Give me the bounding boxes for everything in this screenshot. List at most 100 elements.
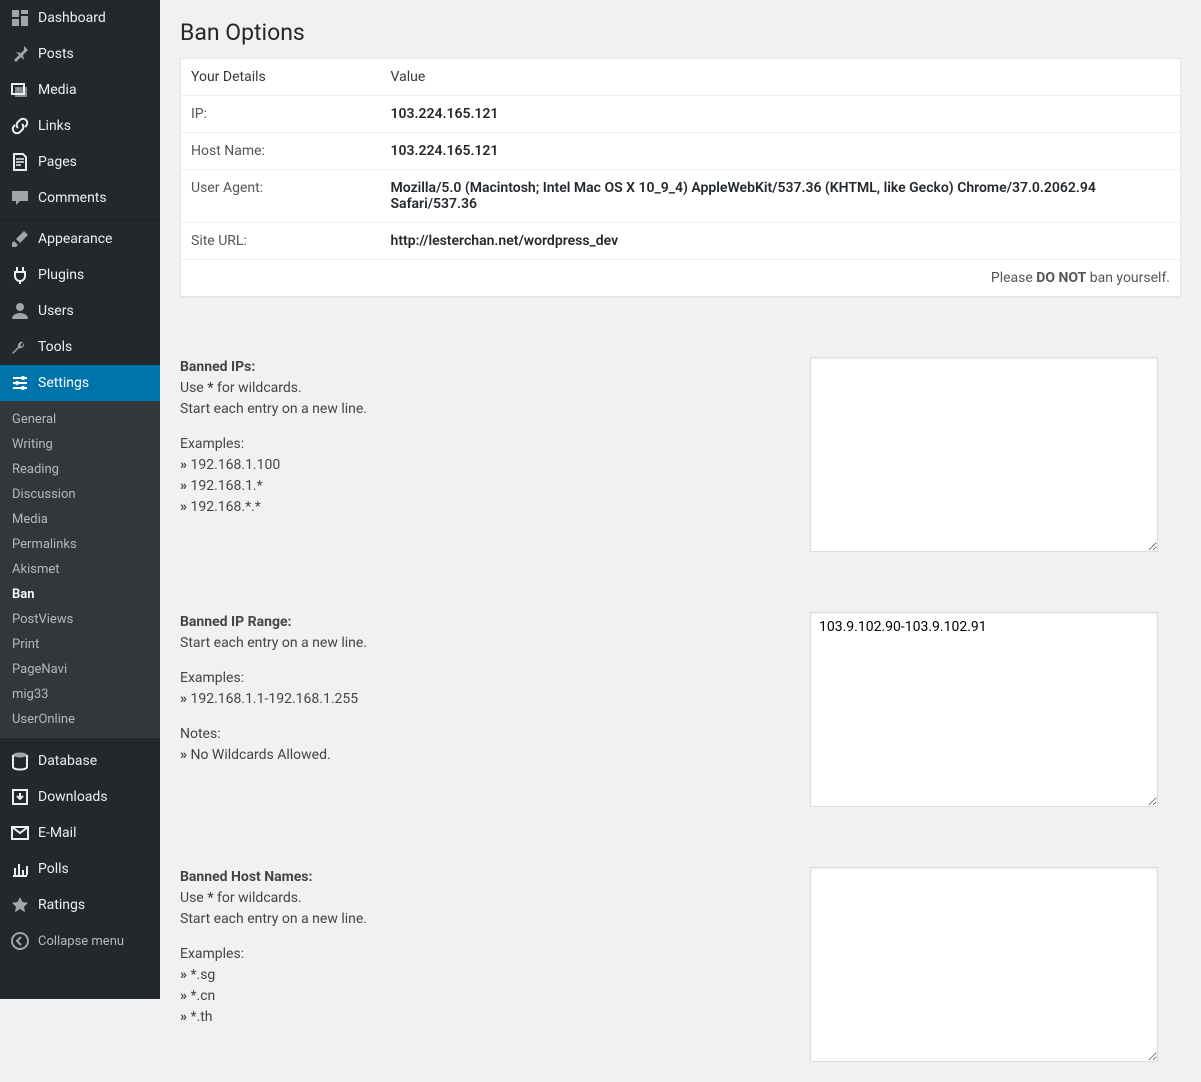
sidebar-item-label: E-Mail xyxy=(38,825,76,841)
example-line: » *.th xyxy=(180,1007,810,1028)
page-icon xyxy=(10,152,30,172)
details-col-value: Value xyxy=(381,59,1181,96)
banned-ips-input[interactable] xyxy=(810,357,1158,552)
sidebar-item-database[interactable]: Database xyxy=(0,743,160,779)
example-line: » 192.168.1.100 xyxy=(180,455,810,476)
section-banned-ip-range: Banned IP Range: Start each entry on a n… xyxy=(180,612,1181,807)
banned-ip-range-title: Banned IP Range: xyxy=(180,614,291,630)
sidebar-item-posts[interactable]: Posts xyxy=(0,36,160,72)
your-details-table: Your Details Value IP:103.224.165.121Hos… xyxy=(180,58,1181,297)
sidebar-item-label: Ratings xyxy=(38,897,85,913)
sidebar-item-label: Posts xyxy=(38,46,74,62)
submenu-item-postviews[interactable]: PostViews xyxy=(0,607,160,632)
example-line: » 192.168.1.1-192.168.1.255 xyxy=(180,689,810,710)
admin-sidebar: Dashboard Posts Media Links Pages Comments Ap… xyxy=(0,0,160,999)
sidebar-item-label: Users xyxy=(38,303,74,319)
submenu-item-akismet[interactable]: Akismet xyxy=(0,557,160,582)
table-row: Site URL:http://lesterchan.net/wordpress… xyxy=(181,223,1181,260)
submenu-item-permalinks[interactable]: Permalinks xyxy=(0,532,160,557)
sidebar-item-e-mail[interactable]: E-Mail xyxy=(0,815,160,851)
details-col-label: Your Details xyxy=(181,59,381,96)
sidebar-item-ratings[interactable]: Ratings xyxy=(0,887,160,923)
page-title: Ban Options xyxy=(180,10,1181,50)
banned-host-names-input[interactable] xyxy=(810,867,1158,1062)
sidebar-item-label: Pages xyxy=(38,154,77,170)
sidebar-item-links[interactable]: Links xyxy=(0,108,160,144)
plug-icon xyxy=(10,265,30,285)
submenu-item-pagenavi[interactable]: PageNavi xyxy=(0,657,160,682)
sidebar-item-users[interactable]: Users xyxy=(0,293,160,329)
submenu-item-discussion[interactable]: Discussion xyxy=(0,482,160,507)
details-footnote: Please DO NOT ban yourself. xyxy=(181,260,1181,297)
sidebar-item-label: Appearance xyxy=(38,231,112,247)
dashboard-icon xyxy=(10,8,30,28)
sidebar-item-label: Plugins xyxy=(38,267,84,283)
sidebar-item-label: Tools xyxy=(38,339,72,355)
section-banned-host-names: Banned Host Names: Use * for wildcards. … xyxy=(180,867,1181,1062)
sidebar-item-downloads[interactable]: Downloads xyxy=(0,779,160,815)
submenu-item-media[interactable]: Media xyxy=(0,507,160,532)
pin-icon xyxy=(10,44,30,64)
example-line: » *.sg xyxy=(180,965,810,986)
detail-value: 103.224.165.121 xyxy=(381,96,1181,133)
sidebar-item-label: Polls xyxy=(38,861,69,877)
detail-value: 103.224.165.121 xyxy=(381,133,1181,170)
sidebar-item-label: Database xyxy=(38,753,97,769)
collapse-icon xyxy=(10,931,30,951)
detail-value: http://lesterchan.net/wordpress_dev xyxy=(381,223,1181,260)
sidebar-item-dashboard[interactable]: Dashboard xyxy=(0,0,160,36)
submenu-item-mig33[interactable]: mig33 xyxy=(0,682,160,707)
link-icon xyxy=(10,116,30,136)
collapse-label: Collapse menu xyxy=(38,934,124,949)
detail-label: IP: xyxy=(181,96,381,133)
sidebar-item-comments[interactable]: Comments xyxy=(0,180,160,216)
banned-ips-title: Banned IPs: xyxy=(180,359,255,375)
detail-label: User Agent: xyxy=(181,170,381,223)
comment-icon xyxy=(10,188,30,208)
submenu-item-print[interactable]: Print xyxy=(0,632,160,657)
example-line: » No Wildcards Allowed. xyxy=(180,745,810,766)
example-line: » 192.168.1.* xyxy=(180,476,810,497)
submenu-item-useronline[interactable]: UserOnline xyxy=(0,707,160,732)
section-banned-ips: Banned IPs: Use * for wildcards. Start e… xyxy=(180,357,1181,552)
settings-icon xyxy=(10,373,30,393)
download-icon xyxy=(10,787,30,807)
submenu-item-reading[interactable]: Reading xyxy=(0,457,160,482)
table-row: Host Name:103.224.165.121 xyxy=(181,133,1181,170)
submenu-item-writing[interactable]: Writing xyxy=(0,432,160,457)
media-icon xyxy=(10,80,30,100)
detail-label: Site URL: xyxy=(181,223,381,260)
sidebar-item-appearance[interactable]: Appearance xyxy=(0,221,160,257)
sidebar-item-label: Comments xyxy=(38,190,107,206)
star-icon xyxy=(10,895,30,915)
sidebar-item-polls[interactable]: Polls xyxy=(0,851,160,887)
sidebar-item-label: Media xyxy=(38,82,77,98)
settings-submenu: GeneralWritingReadingDiscussionMediaPerm… xyxy=(0,401,160,738)
sidebar-item-label: Downloads xyxy=(38,789,108,805)
wrench-icon xyxy=(10,337,30,357)
detail-value: Mozilla/5.0 (Macintosh; Intel Mac OS X 1… xyxy=(381,170,1181,223)
table-row: User Agent:Mozilla/5.0 (Macintosh; Intel… xyxy=(181,170,1181,223)
submenu-item-general[interactable]: General xyxy=(0,407,160,432)
user-icon xyxy=(10,301,30,321)
sidebar-item-tools[interactable]: Tools xyxy=(0,329,160,365)
database-icon xyxy=(10,751,30,771)
sidebar-item-plugins[interactable]: Plugins xyxy=(0,257,160,293)
mail-icon xyxy=(10,823,30,843)
brush-icon xyxy=(10,229,30,249)
banned-host-names-title: Banned Host Names: xyxy=(180,869,312,885)
banned-ip-range-input[interactable] xyxy=(810,612,1158,807)
sidebar-item-label: Links xyxy=(38,118,71,134)
chart-icon xyxy=(10,859,30,879)
sidebar-item-settings[interactable]: Settings xyxy=(0,365,160,401)
sidebar-item-media[interactable]: Media xyxy=(0,72,160,108)
submenu-item-ban[interactable]: Ban xyxy=(0,582,160,607)
table-row: IP:103.224.165.121 xyxy=(181,96,1181,133)
admin-content: Ban Options Your Details Value IP:103.22… xyxy=(160,0,1201,1082)
collapse-menu[interactable]: Collapse menu xyxy=(0,923,160,959)
example-line: » *.cn xyxy=(180,986,810,1007)
sidebar-item-label: Dashboard xyxy=(38,10,106,26)
sidebar-item-pages[interactable]: Pages xyxy=(0,144,160,180)
sidebar-item-label: Settings xyxy=(38,375,89,391)
example-line: » 192.168.*.* xyxy=(180,497,810,518)
